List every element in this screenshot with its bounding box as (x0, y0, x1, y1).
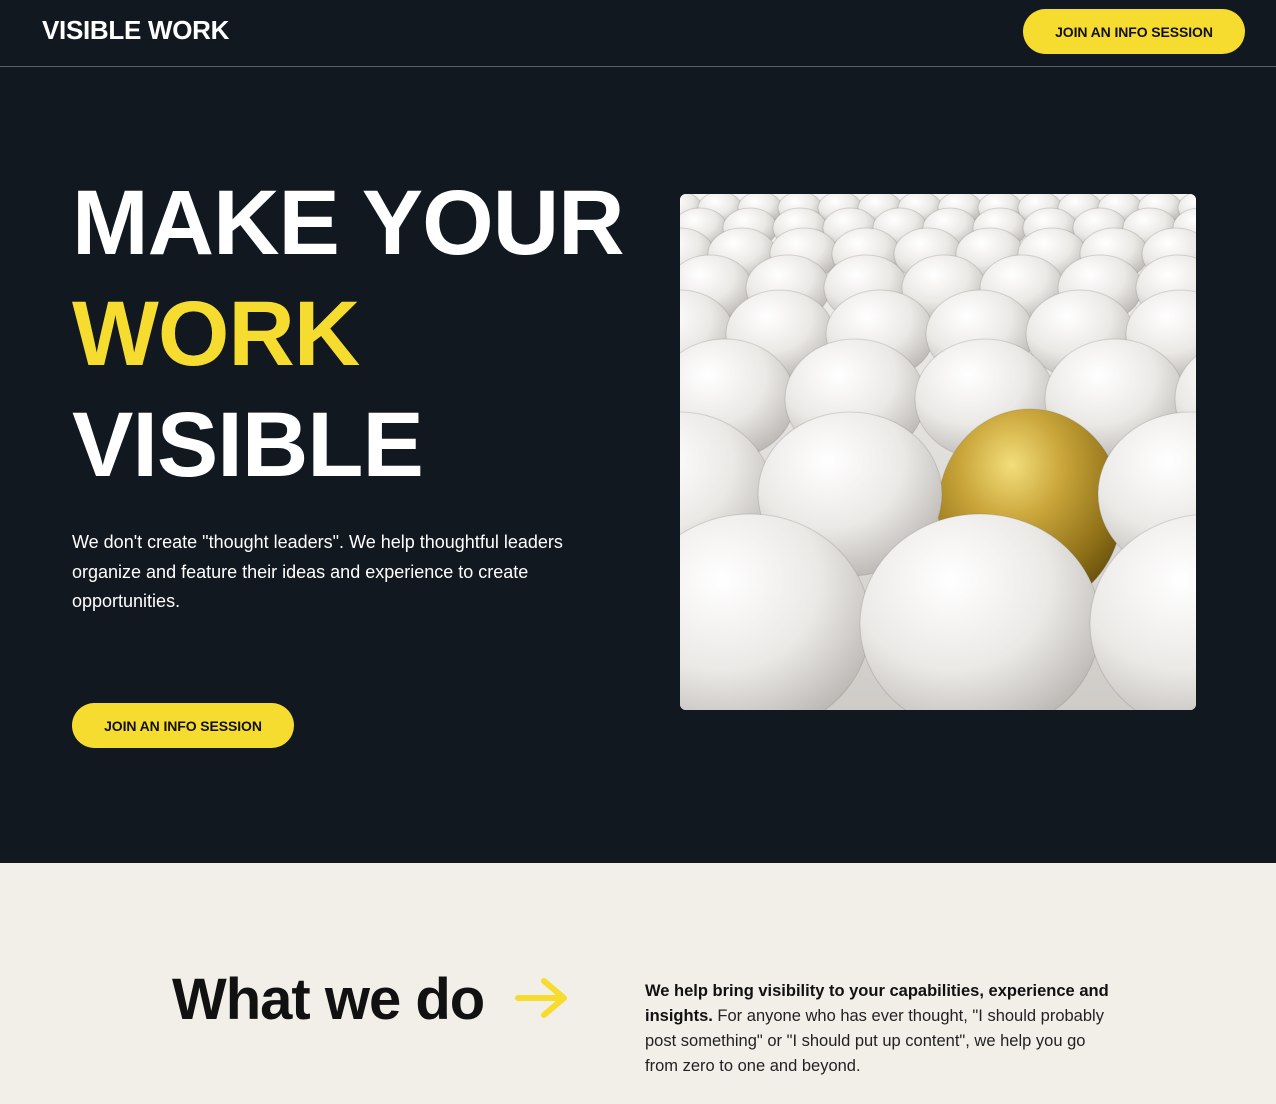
top-nav: VISIBLE WORK JOIN AN INFO SESSION (0, 0, 1276, 67)
join-info-session-button-header[interactable]: JOIN AN INFO SESSION (1023, 9, 1245, 54)
arrow-right-icon (515, 978, 567, 1018)
brand-logo[interactable]: VISIBLE WORK (42, 14, 229, 46)
page: VISIBLE WORK JOIN AN INFO SESSION MAKE Y… (0, 0, 1276, 1104)
hero-section: MAKE YOUR WORK VISIBLE We don't create "… (0, 68, 1276, 863)
headline-line-1: MAKE YOUR (72, 172, 625, 274)
join-info-session-button-hero[interactable]: JOIN AN INFO SESSION (72, 703, 294, 748)
hero-description: We don't create "thought leaders". We he… (72, 532, 563, 611)
hero-headline: MAKE YOUR WORK VISIBLE (72, 168, 625, 501)
what-we-do-section: What we do We help bring visibility to y… (0, 863, 1276, 1104)
what-we-do-description: We help bring visibility to your capabil… (645, 979, 1115, 1079)
what-we-do-body: For anyone who has ever thought, "I shou… (645, 1007, 1104, 1075)
what-we-do-title: What we do (172, 967, 485, 1032)
golden-egg-image (680, 194, 1196, 710)
headline-line-3: VISIBLE (72, 394, 424, 496)
headline-line-2: WORK (72, 283, 360, 385)
